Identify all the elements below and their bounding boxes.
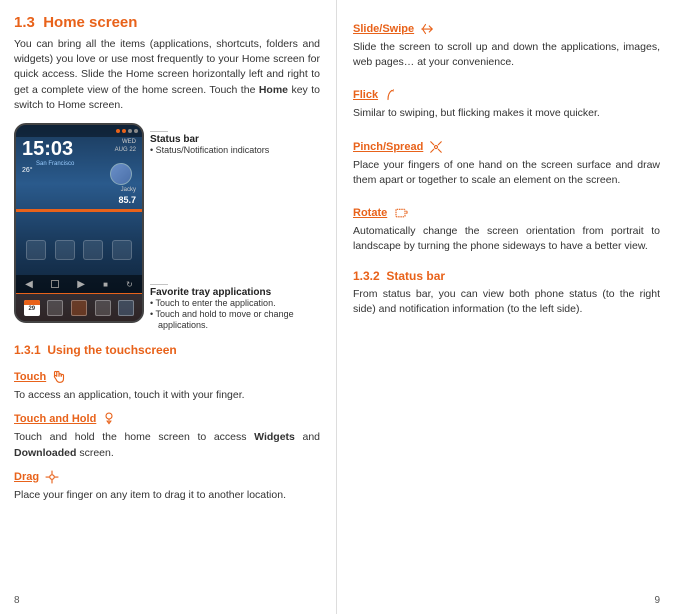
phone-nav-bar: ◀ ▶ ■ ↻ xyxy=(16,275,142,293)
rotate-action: Rotate Automatically change the screen o… xyxy=(353,198,660,254)
page-number-left: 8 xyxy=(14,595,20,606)
touch-icon xyxy=(50,368,68,386)
page-number-right: 9 xyxy=(654,595,660,606)
phone-city: San Francisco xyxy=(36,161,74,167)
subsection-title-1-3-1: 1.3.1 Using the touchscreen xyxy=(14,343,320,357)
tray-callout-title: Favorite tray applications xyxy=(150,287,271,298)
slide-swipe-body: Slide the screen to scroll up and down t… xyxy=(353,40,660,70)
pinch-spread-body: Place your fingers of one hand on the sc… xyxy=(353,158,660,188)
touch-hold-title: Touch and Hold xyxy=(14,410,118,428)
section-body: You can bring all the items (application… xyxy=(14,37,320,113)
pinch-spread-action: Pinch/Spread Place your fingers of one h… xyxy=(353,132,660,188)
slide-swipe-title: Slide/Swipe xyxy=(353,20,436,38)
flick-icon xyxy=(382,86,400,104)
flick-body: Similar to swiping, but flicking makes i… xyxy=(353,106,660,121)
right-page: Slide/Swipe Slide the screen to scroll u… xyxy=(337,0,674,614)
phone-number: 85.7 xyxy=(118,195,136,205)
touch-body: To access an application, touch it with … xyxy=(14,388,320,403)
status-bar-callout: Status bar • Status/Notification indicat… xyxy=(150,131,269,156)
drag-body: Place your finger on any item to drag it… xyxy=(14,488,320,503)
drag-action: Drag Place your finger on any item to dr… xyxy=(14,461,320,503)
touch-title: Touch xyxy=(14,368,68,386)
phone-avatar xyxy=(110,163,132,185)
rotate-body: Automatically change the screen orientat… xyxy=(353,224,660,254)
pinch-spread-icon xyxy=(427,138,445,156)
section-title: 1.3 Home screen xyxy=(14,14,137,31)
phone-time: 15:03 xyxy=(22,139,73,159)
tray-callout: Favorite tray applications • Touch to en… xyxy=(150,284,294,331)
rotate-icon xyxy=(391,204,413,222)
phone-weather: 26° xyxy=(22,167,33,174)
phone-contact: Jacky xyxy=(121,187,136,193)
phone-mockup: 15:03 WED AUG 22 26° San Francisco Jacky… xyxy=(14,123,144,323)
subsection-title-1-3-2: 1.3.2 Status bar xyxy=(353,269,660,283)
pinch-spread-title: Pinch/Spread xyxy=(353,138,445,156)
phone-tray: 29 xyxy=(16,293,142,321)
drag-icon xyxy=(43,468,61,486)
flick-title: Flick xyxy=(353,86,400,104)
left-page: 1.3 Home screen You can bring all the it… xyxy=(0,0,337,614)
touch-hold-body: Touch and hold the home screen to access… xyxy=(14,430,320,460)
slide-swipe-action: Slide/Swipe Slide the screen to scroll u… xyxy=(353,14,660,70)
touch-action: Touch To access an application, touch it… xyxy=(14,361,320,403)
touch-hold-icon xyxy=(100,410,118,428)
slide-swipe-icon xyxy=(418,20,436,38)
drag-title: Drag xyxy=(14,468,61,486)
touch-and-hold-action: Touch and Hold Touch and hold the home s… xyxy=(14,403,320,460)
phone-calendar-icon: 29 xyxy=(24,300,40,316)
flick-action: Flick Similar to swiping, but flicking m… xyxy=(353,80,660,121)
rotate-title: Rotate xyxy=(353,204,413,222)
phone-date: WED AUG 22 xyxy=(115,139,136,155)
status-bar-body: From status bar, you can view both phone… xyxy=(353,287,660,317)
